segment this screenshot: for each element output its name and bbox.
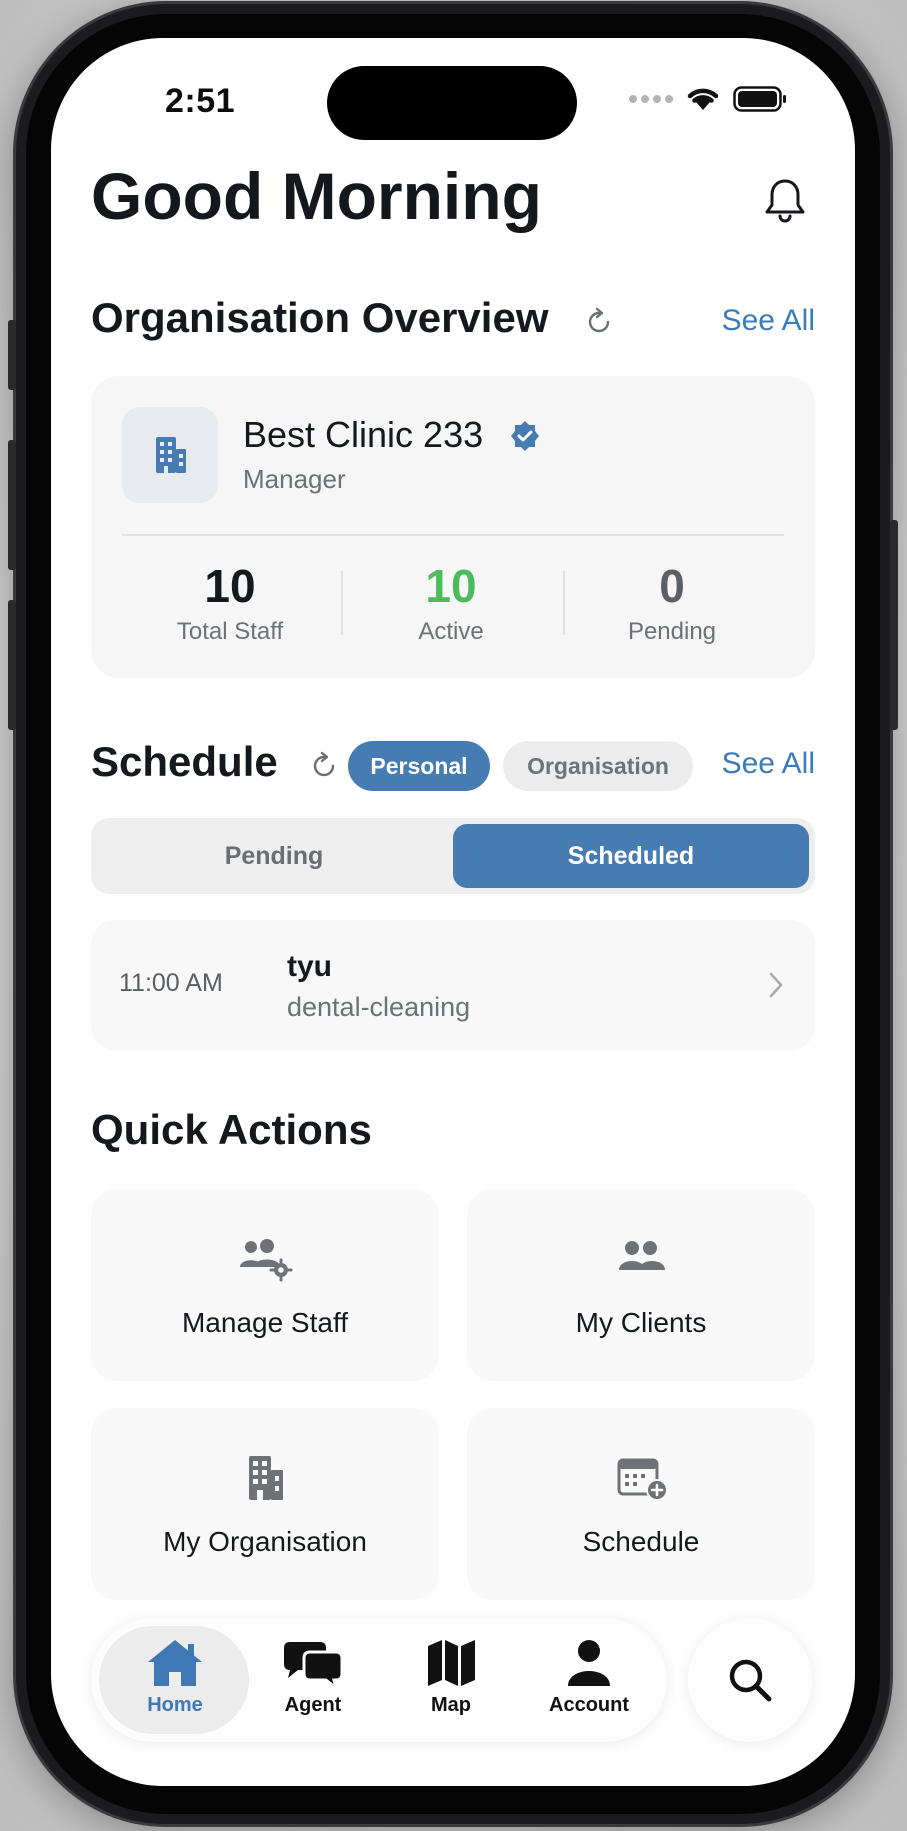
- org-name: Best Clinic 233: [243, 414, 484, 455]
- organisation-card[interactable]: Best Clinic 233 Manager 10 Total Staff 1…: [91, 376, 815, 678]
- stat-label: Total Staff: [176, 618, 284, 645]
- org-see-all-link[interactable]: See All: [722, 304, 815, 338]
- stat-value: 0: [659, 560, 685, 612]
- map-icon: [428, 1640, 475, 1686]
- home-icon: [148, 1640, 202, 1686]
- appointment-client: tyu: [287, 950, 332, 983]
- appointment-row[interactable]: 11:00 AM tyu dental-cleaning: [91, 920, 815, 1050]
- org-role: Manager: [243, 464, 346, 494]
- divider: [122, 534, 784, 536]
- filter-organisation[interactable]: Organisation: [503, 741, 693, 791]
- qa-label: Schedule: [582, 1526, 700, 1557]
- qa-label: My Clients: [575, 1307, 707, 1338]
- qa-my-clients[interactable]: My Clients: [467, 1189, 815, 1381]
- qa-manage-staff[interactable]: Manage Staff: [91, 1189, 439, 1381]
- status-icons: [629, 86, 787, 112]
- stat-total-staff: 10 Total Staff: [135, 560, 325, 646]
- appointment-time: 11:00 AM: [119, 969, 223, 997]
- chevron-right-icon: [769, 972, 783, 998]
- refresh-icon[interactable]: [584, 307, 614, 337]
- tab-map[interactable]: Map: [377, 1626, 525, 1734]
- bell-icon[interactable]: [763, 176, 807, 224]
- person-icon: [568, 1640, 610, 1686]
- refresh-icon[interactable]: [309, 751, 339, 781]
- stat-label: Active: [418, 618, 484, 645]
- stat-separator: [341, 571, 343, 635]
- tab-label: Home: [147, 1694, 203, 1716]
- tab-home[interactable]: Home: [101, 1626, 249, 1734]
- quick-actions-title: Quick Actions: [91, 1106, 372, 1153]
- schedule-see-all-link[interactable]: See All: [722, 747, 815, 781]
- stat-value: 10: [425, 560, 477, 612]
- segment-pending[interactable]: Pending: [97, 824, 451, 888]
- filter-personal[interactable]: Personal: [348, 741, 490, 791]
- tab-bar: Home Agent Map Account: [91, 1618, 667, 1742]
- phone-volume-down: [8, 600, 16, 730]
- building-icon: [249, 1456, 283, 1500]
- stat-value: 10: [204, 560, 256, 612]
- cellular-icon: [629, 95, 673, 103]
- calendar-add-icon: [617, 1458, 668, 1501]
- schedule-segmented-control: Pending Scheduled: [91, 818, 815, 894]
- qa-schedule[interactable]: Schedule: [467, 1408, 815, 1600]
- appointment-type: dental-cleaning: [287, 992, 471, 1022]
- phone-volume-up: [8, 440, 16, 570]
- app-screen: 2:51 Good Morning Organisation Overview …: [51, 38, 855, 1786]
- tab-label: Account: [549, 1694, 629, 1716]
- stat-separator: [563, 571, 565, 635]
- greeting-title: Good Morning: [91, 159, 542, 233]
- segment-scheduled[interactable]: Scheduled: [453, 824, 809, 888]
- qa-label: My Organisation: [163, 1526, 367, 1557]
- battery-icon: [733, 86, 786, 112]
- phone-power-button: [890, 520, 898, 730]
- clients-icon: [619, 1241, 665, 1270]
- search-icon: [729, 1659, 772, 1702]
- verified-badge-icon: [511, 421, 539, 451]
- qa-my-organisation[interactable]: My Organisation: [91, 1408, 439, 1600]
- building-icon: [156, 437, 186, 473]
- search-button[interactable]: [688, 1618, 812, 1742]
- org-overview-title: Organisation Overview: [91, 294, 549, 341]
- org-avatar: [122, 407, 218, 503]
- dynamic-island: [327, 66, 577, 140]
- stat-active: 10 Active: [356, 560, 546, 646]
- wifi-icon: [687, 88, 719, 110]
- manage-staff-icon: [240, 1239, 293, 1282]
- status-time: 2:51: [165, 82, 236, 120]
- tab-account[interactable]: Account: [515, 1626, 663, 1734]
- tab-agent[interactable]: Agent: [239, 1626, 387, 1734]
- tab-label: Map: [431, 1694, 471, 1716]
- chat-bubbles-icon: [284, 1642, 344, 1690]
- phone-action-button: [8, 320, 16, 390]
- tab-label: Agent: [284, 1694, 342, 1716]
- qa-label: Manage Staff: [181, 1307, 349, 1338]
- stat-label: Pending: [627, 618, 717, 645]
- stat-pending: 0 Pending: [577, 560, 767, 646]
- schedule-title: Schedule: [91, 738, 278, 785]
